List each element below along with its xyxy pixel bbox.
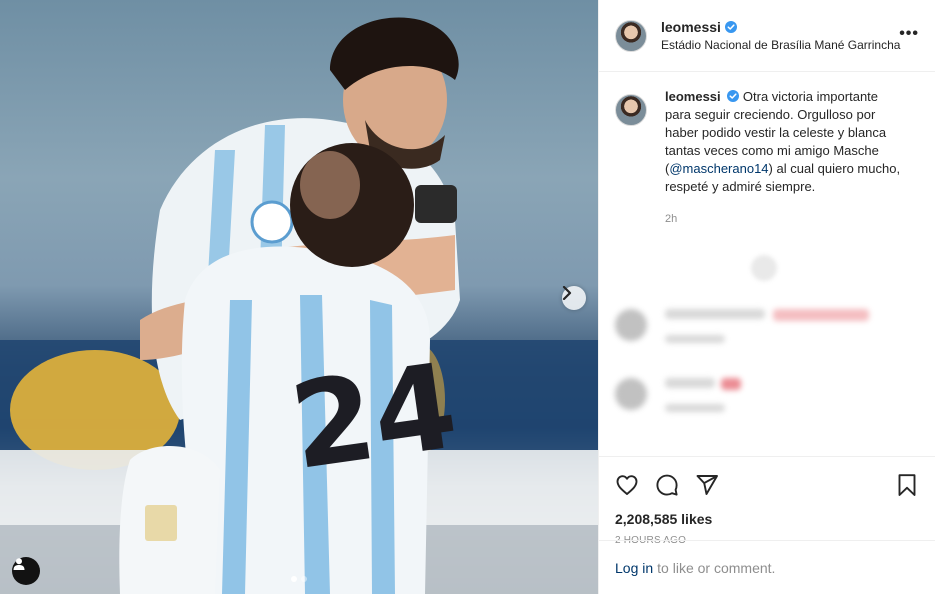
blurred-avatar bbox=[615, 309, 647, 341]
comment-bubble-icon[interactable] bbox=[655, 473, 679, 497]
instagram-post: 24 leomessi Estádio Nacional de Brasília… bbox=[0, 0, 935, 594]
verified-badge-icon bbox=[724, 21, 737, 33]
carousel-dot-active bbox=[291, 576, 297, 582]
verified-badge-icon bbox=[727, 90, 740, 102]
bookmark-icon[interactable] bbox=[895, 473, 919, 497]
comments-section: leomessi Otra victoria importante para s… bbox=[599, 72, 935, 456]
action-icons bbox=[615, 465, 919, 505]
tagged-users-button[interactable] bbox=[12, 557, 40, 585]
login-prompt-text: to like or comment. bbox=[657, 559, 776, 576]
caption-username[interactable]: leomessi bbox=[665, 89, 721, 104]
post-side-panel: leomessi Estádio Nacional de Brasília Ma… bbox=[598, 0, 935, 594]
like-count[interactable]: 2,208,585 likes bbox=[615, 511, 919, 527]
next-slide-button[interactable] bbox=[562, 286, 586, 310]
post-photo-illustration: 24 bbox=[0, 17, 598, 594]
author-username[interactable]: leomessi bbox=[661, 19, 721, 35]
caption-mention-link[interactable]: @mascherano14 bbox=[669, 161, 768, 176]
carousel-dot bbox=[301, 576, 307, 582]
caption-body: leomessi Otra victoria importante para s… bbox=[665, 88, 905, 228]
caption-age: 2h bbox=[665, 213, 678, 225]
blurred-comment bbox=[615, 378, 741, 412]
post-header-text: leomessi Estádio Nacional de Brasília Ma… bbox=[661, 19, 900, 52]
author-row: leomessi bbox=[661, 19, 900, 35]
user-tag-icon bbox=[13, 558, 25, 570]
blurred-avatar bbox=[615, 378, 647, 410]
post-header: leomessi Estádio Nacional de Brasília Ma… bbox=[599, 0, 935, 72]
login-prompt: Log in to like or comment. bbox=[599, 540, 935, 594]
loading-spinner bbox=[751, 255, 777, 281]
blurred-comment-body bbox=[665, 309, 869, 343]
carousel-indicator bbox=[291, 576, 307, 582]
paper-plane-icon[interactable] bbox=[695, 473, 719, 497]
jersey-number: 24 bbox=[283, 336, 465, 496]
post-location[interactable]: Estádio Nacional de Brasília Mané Garrin… bbox=[661, 38, 900, 52]
heart-icon[interactable] bbox=[615, 473, 639, 497]
author-avatar[interactable] bbox=[615, 19, 647, 52]
more-options-icon[interactable]: ••• bbox=[899, 26, 919, 42]
login-link[interactable]: Log in bbox=[615, 560, 653, 576]
chevron-right-icon bbox=[562, 286, 572, 300]
post-caption: leomessi Otra victoria importante para s… bbox=[615, 88, 919, 228]
post-photo[interactable]: 24 bbox=[0, 0, 598, 594]
caption-avatar[interactable] bbox=[615, 94, 647, 126]
blurred-comment-body bbox=[665, 378, 741, 412]
blurred-comment bbox=[615, 309, 869, 343]
